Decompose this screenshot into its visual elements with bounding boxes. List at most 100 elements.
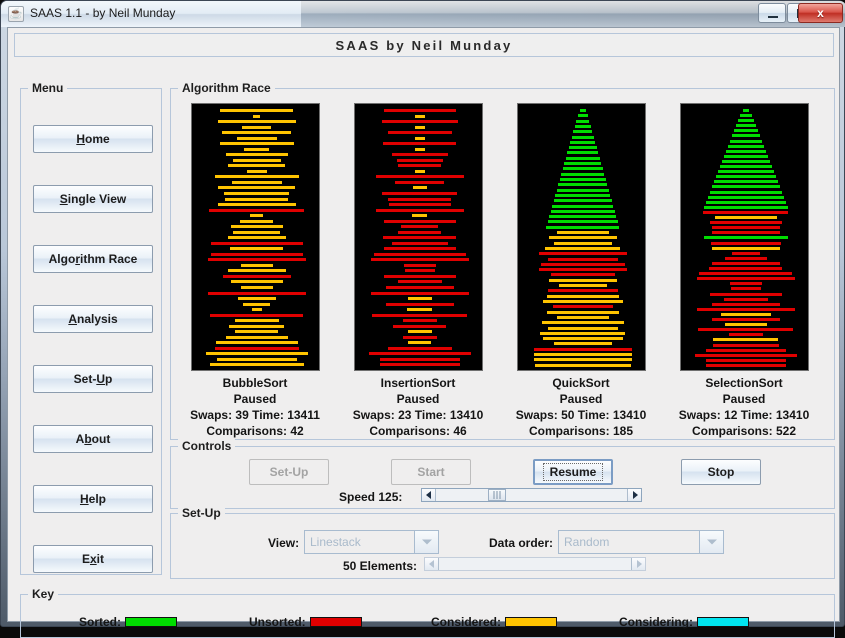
resume-button[interactable]: Resume [533,459,613,485]
menu-button-algorithm-race[interactable]: Algorithm Race [33,245,153,273]
linestack-bar [374,253,466,256]
speed-increase-arrow[interactable] [627,489,641,501]
chevron-down-icon[interactable] [700,530,724,554]
linestack-bar [408,297,432,300]
elements-increase-arrow[interactable] [631,558,645,570]
chevron-down-icon[interactable] [415,530,439,554]
linestack-bar [554,242,612,245]
data-order-combo-value[interactable]: Random [558,530,700,554]
linestack-bar [384,109,456,112]
algorithm-stats-bubblesort: BubbleSort Paused Swaps: 39 Time: 13411 Com… [180,375,330,439]
linestack-bar [710,293,782,296]
linestack-bar [554,199,612,202]
linestack-bar [382,120,458,123]
linestack-bar [557,316,609,319]
linestack-bar [725,257,767,260]
speed-decrease-arrow[interactable] [422,489,436,501]
linestack-bar [564,162,601,165]
linestack-bar [563,167,603,170]
menu-button-exit[interactable]: Exit [33,545,153,573]
linestack-bar [697,308,795,311]
linestack-bar [580,109,586,112]
linestack-bar [218,203,296,206]
linestack-bar [712,247,780,250]
elements-slider[interactable] [424,557,646,571]
linestack-bar [557,189,609,192]
setup-panel-title: Set-Up [178,506,225,520]
linestack-bar [240,220,273,223]
race-panel-title: Algorithm Race [178,81,275,95]
linestack-bar [237,137,277,140]
linestack-bar [376,175,464,178]
close-button[interactable]: x [798,3,843,23]
linestack-bar [393,325,446,328]
speed-slider-track[interactable] [436,489,627,501]
linestack-bar [383,142,456,145]
menu-button-help[interactable]: Help [33,485,153,513]
linestack-bar [230,247,283,250]
algorithm-status: Paused [233,392,277,406]
linestack-bar [386,286,454,289]
menu-button-label: Single View [59,192,127,206]
linestack-bar [218,186,295,189]
minimize-button[interactable] [758,3,786,23]
linestack-bar [712,226,780,229]
setup-panel: Set-Up View: Linestack Data order: Rando… [170,506,835,579]
linestack-bar [371,258,469,261]
menu-button-label: Algorithm Race [48,252,138,266]
linestack-bar [730,282,762,285]
controls-panel: Controls Set-Up Start Resume Stop Speed … [170,439,835,509]
linestack-bar [559,284,607,287]
linestack-bar [382,192,457,195]
linestack-bar [729,333,763,336]
view-label: View: [268,536,300,550]
menu-button-analysis[interactable]: Analysis [33,305,153,333]
linestack-bar [231,225,283,228]
elements-decrease-arrow[interactable] [425,558,439,570]
linestack-bar [392,153,448,156]
elements-slider-track[interactable] [439,558,631,570]
stop-button[interactable]: Stop [681,459,761,485]
menu-panel: Menu Home Single View Algorithm Race Analys… [20,81,162,575]
speed-slider[interactable] [421,488,642,502]
linestack-bar [534,353,632,356]
linestack-bar [415,115,425,118]
linestack-bar [706,201,786,204]
linestack-bar [732,252,760,255]
speed-slider-thumb[interactable] [488,489,506,501]
linestack-bar [233,159,281,162]
window-title: SAAS 1.1 - by Neil Munday [30,6,176,20]
linestack-visualisation-3 [517,103,646,371]
linestack-bar [710,191,782,194]
menu-button-single-view[interactable]: Single View [33,185,153,213]
menu-button-home[interactable]: Home [33,125,153,153]
key-item-swatch [505,617,558,627]
linestack-bar [228,164,285,167]
setup-button[interactable]: Set-Up [249,459,329,485]
algorithm-swaps-time: Swaps: 50 Time: 13410 [515,408,647,422]
algorithm-name: SelectionSort [705,376,783,390]
setup-button-label: Set-Up [269,465,309,479]
elements-label: 50 Elements: [343,559,418,573]
linestack-bar [225,198,288,201]
linestack-bar [712,318,780,321]
view-combo-value[interactable]: Linestack [304,530,415,554]
start-button[interactable]: Start [391,459,471,485]
linestack-bar [389,203,451,206]
menu-button-about[interactable]: About [33,425,153,453]
linestack-bar [549,279,617,282]
linestack-bar [384,247,456,250]
linestack-bar [709,267,782,270]
linestack-bar [231,280,283,283]
linestack-bar [241,264,273,267]
linestack-bar [243,303,270,306]
menu-button-label: Analysis [68,312,118,326]
linestack-bar [731,287,761,290]
linestack-bar [208,258,306,261]
view-combo[interactable]: Linestack [304,530,439,554]
algorithm-comparisons: Comparisons: 42 [206,424,304,438]
menu-button-set-up[interactable]: Set-Up [33,365,153,393]
data-order-combo[interactable]: Random [558,530,724,554]
linestack-bar [718,170,774,173]
linestack-bar [415,137,425,140]
